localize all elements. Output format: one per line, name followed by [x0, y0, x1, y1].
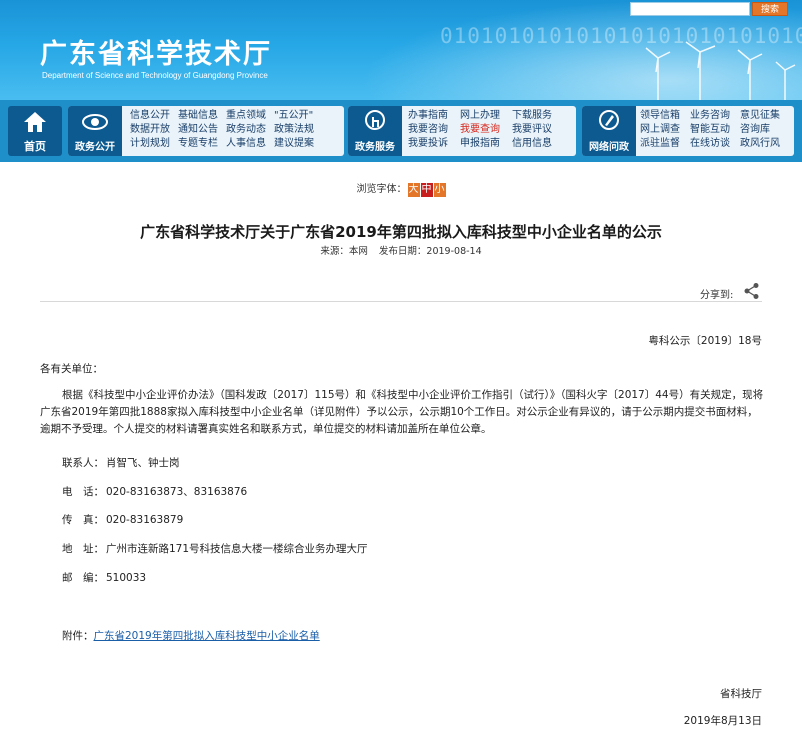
nav-link[interactable]: 办事指南 [408, 109, 448, 123]
touch-icon [365, 110, 385, 130]
nav-links-online-inquiry: 领导信箱 业务咨询 意见征集 网上调查 智能互动 咨询库 派驻监督 在线访谈 政… [640, 109, 780, 151]
nav-link-hot[interactable]: 我要查询 [460, 123, 500, 137]
contact-key: 地 址： [62, 543, 104, 555]
document-number: 粤科公示〔2019〕18号 [648, 335, 762, 347]
nav-link[interactable]: 我要投诉 [408, 137, 448, 151]
contact-fax: 传 真： 020-83163879 [62, 512, 183, 527]
nav-link[interactable]: 基础信息 [178, 109, 218, 123]
article-meta: 来源：本网 发布日期：2019-08-14 [0, 243, 802, 257]
nav-link[interactable]: 政风行风 [740, 137, 780, 151]
nav-link[interactable]: 我要咨询 [408, 123, 448, 137]
nav-group-head-gov-service[interactable]: 政务服务 [348, 106, 402, 156]
contact-postcode: 邮 编： 510033 [62, 570, 146, 585]
attachment-link[interactable]: 广东省2019年第四批拟入库科技型中小企业名单 [94, 630, 320, 642]
nav-link[interactable]: 智能互动 [690, 123, 730, 137]
nav-link[interactable]: 建议提案 [274, 137, 314, 151]
pen-icon [599, 110, 619, 130]
nav-link[interactable]: 我要评议 [512, 123, 552, 137]
eye-icon [82, 114, 108, 130]
nav-home-button[interactable]: 首页 [8, 106, 62, 156]
nav-home-label: 首页 [24, 140, 46, 153]
nav-link[interactable]: 政策法规 [274, 123, 314, 137]
nav-link[interactable]: 专题专栏 [178, 137, 218, 151]
nav-link[interactable]: 信用信息 [512, 137, 552, 151]
home-icon [24, 112, 46, 132]
contact-key: 联系人： [62, 457, 104, 469]
contact-person: 联系人： 肖智飞、钟士岗 [62, 455, 180, 470]
nav-group-title: 网络问政 [589, 142, 629, 153]
windmill-graphic [645, 41, 796, 100]
attachment: 附件：广东省2019年第四批拟入库科技型中小企业名单 [62, 628, 320, 643]
nav-link[interactable]: "五公开" [274, 109, 314, 123]
contact-value: 020-83163873、83163876 [106, 486, 248, 498]
contact-key: 传 真： [62, 514, 104, 526]
nav-group-online-inquiry: 网络问政 领导信箱 业务咨询 意见征集 网上调查 智能互动 咨询库 派驻监督 在… [582, 106, 794, 156]
nav-link[interactable]: 人事信息 [226, 137, 266, 151]
contact-address: 地 址： 广州市连新路171号科技信息大楼一楼综合业务办理大厅 [62, 541, 368, 556]
font-size-bar: 浏览字体：大中小 [0, 180, 802, 197]
sign-date: 2019年8月13日 [683, 715, 762, 727]
article-body: 根据《科技型中小企业评价办法》（国科发政〔2017〕115号）和《科技型中小企业… [40, 389, 764, 435]
nav-links-gov-service: 办事指南 网上办理 下载服务 我要咨询 我要查询 我要评议 我要投诉 申报指南 … [408, 109, 552, 151]
contact-value: 510033 [106, 572, 147, 584]
nav-link[interactable]: 重点领域 [226, 109, 266, 123]
source-value: 本网 [348, 246, 368, 257]
share-icon[interactable] [743, 282, 761, 300]
share-label: 分享到: [700, 290, 734, 301]
nav-link[interactable]: 通知公告 [178, 123, 218, 137]
nav-link[interactable]: 信息公开 [130, 109, 170, 123]
nav-link[interactable]: 业务咨询 [690, 109, 730, 123]
nav-link[interactable]: 咨询库 [740, 123, 780, 137]
nav-link[interactable]: 意见征集 [740, 109, 780, 123]
font-size-small-button[interactable]: 小 [433, 183, 446, 197]
site-subtitle: Department of Science and Technology of … [42, 71, 268, 80]
nav-link[interactable]: 在线访谈 [690, 137, 730, 151]
contact-value: 肖智飞、钟士岗 [106, 457, 180, 469]
date-label: 发布日期： [378, 246, 427, 257]
nav-group-head-gov-open[interactable]: 政务公开 [68, 106, 122, 156]
contact-key: 邮 编： [62, 572, 104, 584]
nav-group-title: 政务服务 [355, 142, 395, 153]
nav-links-gov-open: 信息公开 基础信息 重点领域 "五公开" 数据开放 通知公告 政务动态 政策法规… [130, 109, 314, 151]
nav-link[interactable]: 派驻监督 [640, 137, 680, 151]
nav-group-gov-open: 政务公开 信息公开 基础信息 重点领域 "五公开" 数据开放 通知公告 政务动态… [68, 106, 344, 156]
attachment-label: 附件： [62, 630, 94, 642]
contact-phone: 电 话： 020-83163873、83163876 [62, 484, 247, 499]
nav-link[interactable]: 网上办理 [460, 109, 500, 123]
nav-link[interactable]: 下载服务 [512, 109, 552, 123]
main-nav: 首页 政务公开 信息公开 基础信息 重点领域 "五公开" 数据开放 通知公告 政… [0, 100, 802, 162]
nav-link[interactable]: 数据开放 [130, 123, 170, 137]
contact-value: 020-83163879 [106, 514, 184, 526]
source-label: 来源： [320, 246, 349, 257]
nav-group-gov-service: 政务服务 办事指南 网上办理 下载服务 我要咨询 我要查询 我要评议 我要投诉 … [348, 106, 576, 156]
nav-group-title: 政务公开 [75, 142, 115, 153]
nav-link[interactable]: 计划规划 [130, 137, 170, 151]
article-title: 广东省科学技术厅关于广东省2019年第四批拟入库科技型中小企业名单的公示 [140, 223, 662, 241]
date-value: 2019-08-14 [426, 246, 482, 257]
nav-link[interactable]: 网上调查 [640, 123, 680, 137]
font-size-medium-button[interactable]: 中 [420, 183, 433, 197]
site-header-banner: 01010101010101010101010101010 广东省科学技术厅 D… [0, 0, 802, 100]
nav-link[interactable]: 领导信箱 [640, 109, 680, 123]
font-size-large-button[interactable]: 大 [407, 183, 420, 197]
nav-link[interactable]: 申报指南 [460, 137, 500, 151]
signer: 省科技厅 [720, 688, 762, 700]
contact-key: 电 话： [62, 486, 104, 498]
search-button[interactable]: 搜索 [752, 2, 788, 16]
contact-value: 广州市连新路171号科技信息大楼一楼综合业务办理大厅 [106, 543, 368, 555]
search-input[interactable] [630, 2, 750, 16]
salutation: 各有关单位： [40, 363, 103, 375]
font-size-label: 浏览字体： [356, 184, 407, 195]
site-title: 广东省科学技术厅 [40, 39, 272, 70]
nav-link[interactable]: 政务动态 [226, 123, 266, 137]
divider [40, 301, 762, 302]
nav-group-head-online-inquiry[interactable]: 网络问政 [582, 106, 636, 156]
